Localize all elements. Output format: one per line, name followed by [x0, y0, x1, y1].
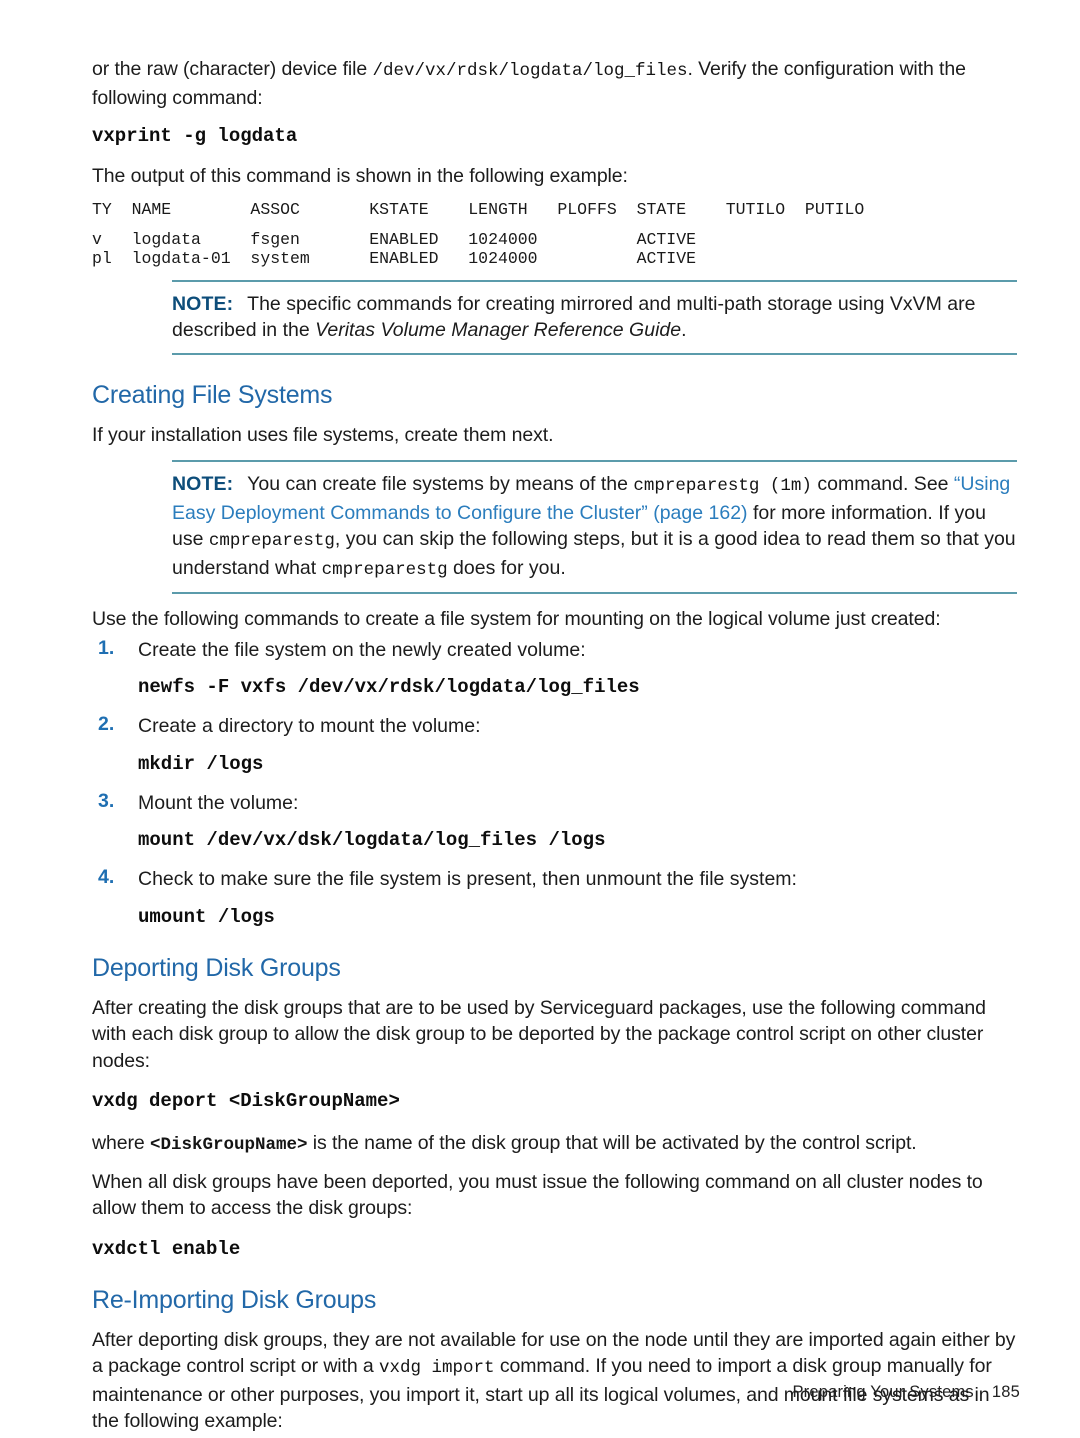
listing-row-plex: pl logdata-01 system ENABLED 1024000 ACT…: [92, 248, 696, 268]
footer-page-number: 185: [991, 1383, 1020, 1401]
note-cmpreparestg: NOTE: You can create file systems by mean…: [172, 460, 1017, 594]
list-item: 3. Mount the volume: mount /dev/vx/dsk/l…: [92, 790, 1020, 852]
heading-deporting-disk-groups: Deporting Disk Groups: [92, 953, 341, 982]
where-text-a: where: [92, 1132, 150, 1154]
list-item: 4. Check to make sure the file system is…: [92, 866, 1020, 928]
step-command: umount /logs: [138, 905, 275, 928]
note-text-a: You can create file systems by means of …: [247, 473, 634, 495]
note-vxvm: NOTE: The specific commands for creating …: [172, 279, 1017, 355]
footer-section-title: Preparing Your Systems: [792, 1383, 974, 1401]
heading-re-importing-disk-groups: Re-Importing Disk Groups: [92, 1285, 377, 1314]
intro-paragraph: or the raw (character) device file /dev/…: [92, 56, 1020, 111]
step-command: mount /dev/vx/dsk/logdata/log_files /log…: [138, 829, 606, 851]
cmpreparestg-code-b: cmpreparestg: [208, 531, 335, 551]
step-number: 2.: [98, 713, 115, 735]
use-commands-paragraph: Use the following commands to create a f…: [92, 608, 941, 630]
where-text-b: is the name of the disk group that will …: [307, 1132, 917, 1154]
vxdg-import-inline-code: vxdg import: [378, 1358, 495, 1378]
note-cmpreparestg-body: You can create file systems by means of …: [172, 473, 1016, 580]
list-item: 2. Create a directory to mount the volum…: [92, 713, 1020, 775]
output-intro-paragraph: The output of this command is shown in t…: [92, 165, 628, 187]
file-system-steps-list: 1. Create the file system on the newly c…: [92, 637, 1020, 928]
step-command: newfs -F vxfs /dev/vx/rdsk/logdata/log_f…: [138, 676, 640, 698]
step-text: Create a directory to mount the volume:: [138, 715, 481, 737]
note-vxvm-body: The specific commands for creating mirro…: [172, 293, 975, 342]
cmpreparestg-code-a: cmpreparestg (1m): [633, 476, 812, 496]
diskgroupname-placeholder-code: <DiskGroupName>: [149, 1135, 308, 1155]
page-footer: Preparing Your Systems 185: [792, 1383, 1020, 1402]
step-number: 1.: [98, 636, 115, 659]
vxdg-deport-command: vxdg deport <DiskGroupName>: [92, 1090, 400, 1112]
step-number: 4.: [98, 866, 115, 888]
note-vxvm-text-b: .: [681, 319, 687, 341]
listing-spacer: [92, 219, 1020, 230]
note-label: NOTE:: [172, 473, 234, 495]
device-file-path-code: /dev/vx/rdsk/logdata/log_files: [372, 61, 688, 81]
note-text-e: does for you.: [447, 556, 566, 579]
step-number: 3.: [98, 789, 115, 812]
intro-lead-text: or the raw (character) device file: [92, 58, 373, 80]
deporting-paragraph-3: When all disk groups have been deported,…: [92, 1170, 983, 1220]
vxprint-command: vxprint -g logdata: [92, 125, 298, 147]
note-label: NOTE:: [172, 292, 234, 315]
page-content: or the raw (character) device file /dev/…: [92, 56, 1020, 1438]
deporting-paragraph-2: where <DiskGroupName> is the name of the…: [92, 1130, 1020, 1159]
listing-header-row: TY NAME ASSOC KSTATE LENGTH PLOFFS STATE…: [92, 199, 865, 219]
listing-row-volume: v logdata fsgen ENABLED 1024000 ACTIVE: [92, 229, 696, 249]
document-page: or the raw (character) device file /dev/…: [0, 0, 1080, 1438]
note-text-b: command. See: [811, 473, 954, 495]
re-importing-paragraph-1: After deporting disk groups, they are no…: [92, 1327, 1020, 1435]
list-item: 1. Create the file system on the newly c…: [92, 637, 1020, 699]
step-command: mkdir /logs: [138, 752, 264, 775]
step-text: Create the file system on the newly crea…: [138, 638, 586, 661]
vxdctl-enable-command: vxdctl enable: [92, 1237, 241, 1260]
cmpreparestg-code-c: cmpreparestg: [321, 559, 448, 580]
creating-file-systems-intro: If your installation uses file systems, …: [92, 423, 554, 446]
step-text: Check to make sure the file system is pr…: [138, 868, 797, 890]
deporting-paragraph-1: After creating the disk groups that are …: [92, 996, 986, 1072]
heading-creating-file-systems: Creating File Systems: [92, 380, 333, 409]
vxprint-output-listing: TY NAME ASSOC KSTATE LENGTH PLOFFS STATE…: [92, 200, 1020, 268]
veritas-guide-title: Veritas Volume Manager Reference Guide: [315, 319, 682, 341]
step-text: Mount the volume:: [138, 791, 299, 814]
